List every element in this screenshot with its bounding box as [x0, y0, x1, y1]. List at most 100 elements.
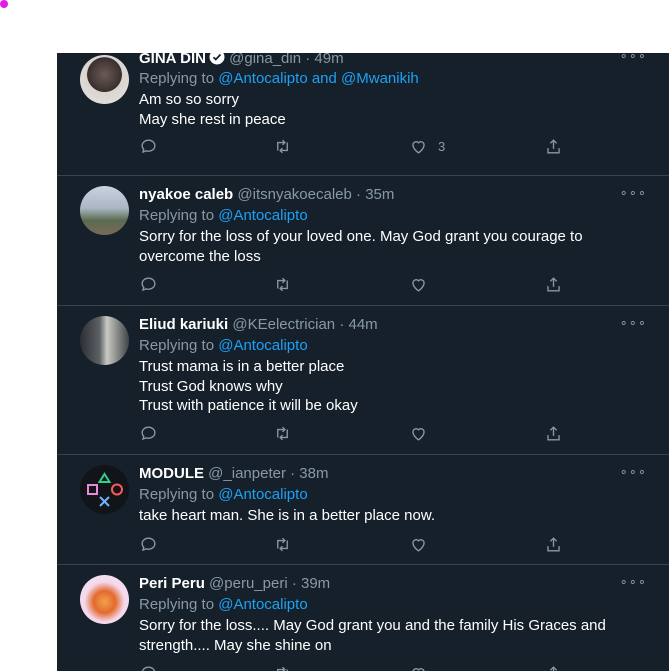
verified-badge-icon — [209, 53, 225, 65]
tweet-header: Eliud kariuki @KEelectrician · 44m — [139, 316, 378, 333]
share-button[interactable] — [544, 534, 563, 554]
share-button[interactable] — [544, 423, 563, 443]
share-icon — [547, 138, 560, 154]
tweet-module[interactable]: MODULE @_ianpeter · 38m Replying to @Ant… — [57, 455, 669, 565]
more-options-icon[interactable]: ∘∘∘ — [620, 53, 647, 64]
tweet-actions — [139, 663, 579, 671]
replying-to: Replying to @Antocalipto — [139, 486, 308, 503]
more-options-icon[interactable]: ∘∘∘ — [620, 574, 647, 590]
replying-to-label: Replying to — [139, 207, 215, 224]
retweet-icon — [277, 139, 288, 153]
retweet-button[interactable] — [273, 136, 292, 156]
user-handle[interactable]: @_ianpeter — [208, 465, 286, 482]
like-button[interactable]: 3 — [409, 136, 445, 156]
tweet-header: nyakoe caleb @itsnyakoecaleb · 35m — [139, 186, 394, 203]
share-button[interactable] — [544, 136, 563, 156]
more-options-icon[interactable]: ∘∘∘ — [620, 315, 647, 331]
tweet-line: Trust with patience it will be okay — [139, 397, 358, 414]
reply-mention-link[interactable]: @Antocalipto and @Mwanikih — [218, 70, 419, 87]
tweet-time[interactable]: · 35m — [356, 186, 394, 203]
replying-to-label: Replying to — [139, 70, 215, 87]
reply-button[interactable] — [139, 534, 158, 554]
reply-icon — [141, 536, 156, 551]
tweet-header: MODULE @_ianpeter · 38m — [139, 465, 328, 482]
replying-to-label: Replying to — [139, 337, 215, 354]
retweet-button[interactable] — [273, 663, 292, 671]
like-button[interactable] — [409, 274, 428, 294]
reply-mention-link[interactable]: @Antocalipto — [218, 207, 307, 224]
retweet-button[interactable] — [273, 534, 292, 554]
display-name[interactable]: MODULE — [139, 465, 204, 482]
reply-mention-link[interactable]: @Antocalipto — [218, 596, 307, 613]
tweet-time[interactable]: · 49m — [305, 53, 343, 67]
display-name[interactable]: nyakoe caleb — [139, 186, 233, 203]
reply-feed: GINA DIN @gina_din · 49m Replying to @An… — [57, 53, 669, 671]
tweet-text: Sorry for the loss.... May God grant you… — [139, 616, 639, 655]
tweet-text: take heart man. She is in a better place… — [139, 506, 639, 526]
tweet-gina-din[interactable]: GINA DIN @gina_din · 49m Replying to @An… — [57, 53, 669, 176]
like-count: 3 — [438, 138, 446, 154]
tweet-header: Peri Peru @peru_peri · 39m — [139, 575, 330, 592]
share-button[interactable] — [544, 663, 563, 671]
reply-button[interactable] — [139, 274, 158, 294]
reply-button[interactable] — [139, 136, 158, 156]
like-button[interactable] — [409, 663, 428, 671]
reply-mention-link[interactable]: @Antocalipto — [218, 337, 307, 354]
tweet-nyakoe-caleb[interactable]: nyakoe caleb @itsnyakoecaleb · 35m Reply… — [57, 176, 669, 306]
like-button[interactable] — [409, 423, 428, 443]
retweet-icon — [277, 426, 288, 440]
tweet-line: Sorry for the loss.... May God grant you… — [139, 617, 606, 634]
tweet-line: Trust God knows why — [139, 377, 283, 395]
tweet-peri-peru[interactable]: Peri Peru @peru_peri · 39m Replying to @… — [57, 565, 669, 671]
more-options-icon[interactable]: ∘∘∘ — [620, 464, 647, 480]
tweet-time[interactable]: · 44m — [339, 316, 377, 333]
tweet-eliud-kariuki[interactable]: Eliud kariuki @KEelectrician · 44m Reply… — [57, 306, 669, 455]
display-name[interactable]: GINA DIN — [139, 53, 206, 67]
like-button[interactable] — [409, 534, 428, 554]
retweet-button[interactable] — [273, 423, 292, 443]
reply-button[interactable] — [139, 663, 158, 671]
retweet-icon — [277, 277, 288, 291]
tweet-time[interactable]: · 39m — [292, 575, 330, 592]
reply-icon — [141, 138, 156, 153]
heart-icon — [412, 140, 425, 154]
user-handle[interactable]: @KEelectrician — [232, 316, 335, 333]
tweet-actions — [139, 534, 579, 554]
tweet-line: overcome the loss — [139, 247, 261, 265]
tweet-line: Sorry for the loss of your loved one. Ma… — [139, 228, 583, 245]
avatar[interactable] — [80, 465, 129, 514]
tweet-line: May she rest in peace — [139, 110, 286, 128]
user-handle[interactable]: @itsnyakoecaleb — [237, 186, 351, 203]
replying-to-label: Replying to — [139, 486, 215, 503]
share-icon — [547, 425, 560, 441]
user-handle[interactable]: @gina_din — [229, 53, 301, 67]
reply-icon — [141, 425, 156, 440]
replying-to-label: Replying to — [139, 596, 215, 613]
more-options-icon[interactable]: ∘∘∘ — [620, 185, 647, 201]
avatar[interactable] — [80, 575, 129, 624]
share-icon — [549, 665, 558, 671]
tweet-text: Sorry for the loss of your loved one. Ma… — [139, 227, 639, 266]
avatar[interactable] — [80, 55, 129, 104]
avatar[interactable] — [80, 186, 129, 235]
tweet-line: strength.... May she shine on — [139, 636, 332, 654]
reply-button[interactable] — [139, 423, 158, 443]
heart-icon — [412, 538, 425, 552]
tweet-time[interactable]: · 38m — [290, 465, 328, 482]
reply-icon — [141, 665, 156, 671]
tweet-actions — [139, 423, 579, 443]
share-button[interactable] — [544, 274, 563, 294]
retweet-icon — [277, 666, 288, 671]
retweet-button[interactable] — [273, 274, 292, 294]
reply-mention-link[interactable]: @Antocalipto — [218, 486, 307, 503]
reply-icon — [141, 276, 156, 291]
tweet-text: Trust mama is in a better place Trust Go… — [139, 357, 639, 416]
avatar[interactable] — [80, 316, 129, 365]
tweet-line: Trust mama is in a better place — [139, 358, 345, 375]
display-name[interactable]: Peri Peru — [139, 575, 205, 592]
tweet-text: Am so so sorry May she rest in peace — [139, 90, 639, 129]
heart-icon — [412, 278, 425, 292]
user-handle[interactable]: @peru_peri — [209, 575, 288, 592]
display-name[interactable]: Eliud kariuki — [139, 316, 228, 333]
share-icon — [547, 536, 560, 552]
